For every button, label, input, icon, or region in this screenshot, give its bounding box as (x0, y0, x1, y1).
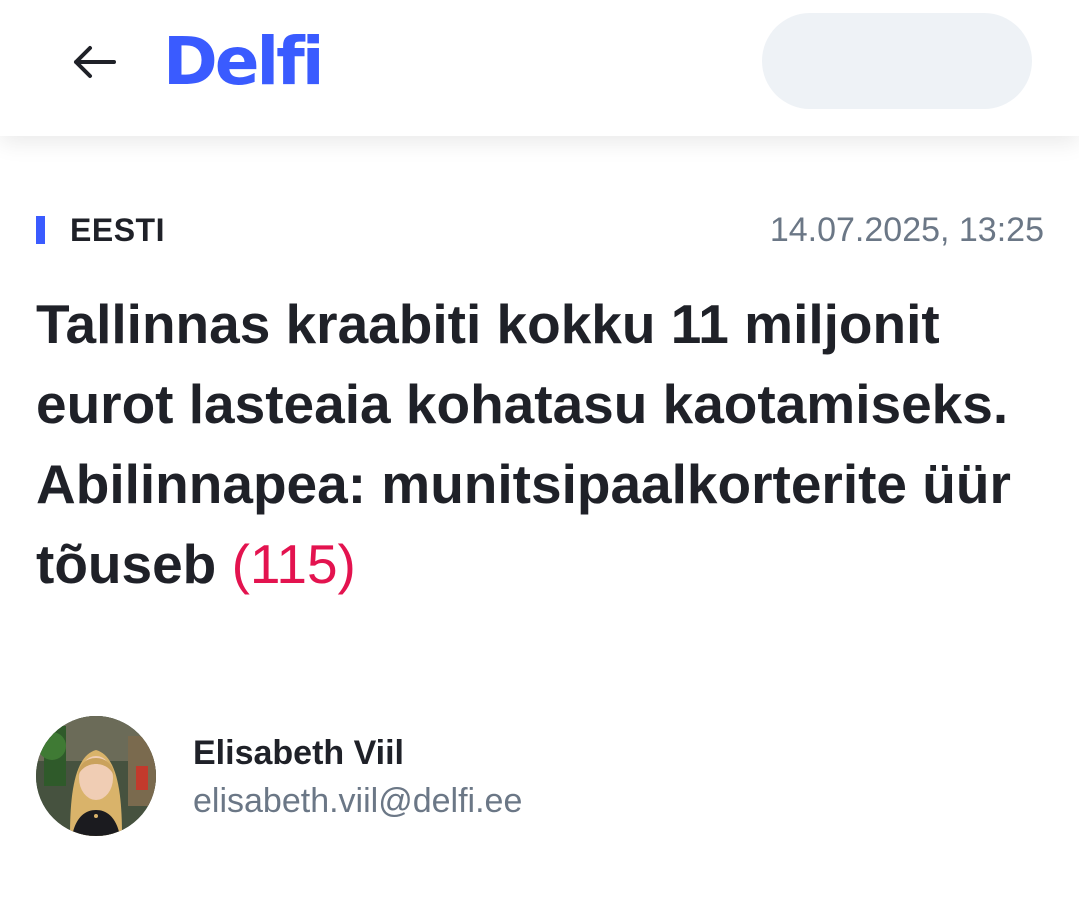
article-title-text: Tallinnas kraabiti kokku 11 miljonit eur… (36, 293, 1011, 595)
article-meta: EESTI 14.07.2025, 13:25 (36, 210, 1044, 250)
delfi-logo[interactable]: Delfi (163, 22, 325, 102)
category-marker (36, 216, 45, 244)
arrow-left-icon (74, 46, 116, 78)
article-title: Tallinnas kraabiti kokku 11 miljonit eur… (36, 284, 1046, 604)
author-avatar[interactable] (36, 716, 156, 836)
top-bar: Delfi (0, 0, 1079, 136)
author-email[interactable]: elisabeth.viil@delfi.ee (193, 781, 522, 821)
author-photo (36, 716, 156, 836)
category-label[interactable]: EESTI (70, 211, 165, 249)
comment-count-link[interactable]: (115) (232, 533, 356, 595)
header-action-pill[interactable] (762, 13, 1032, 109)
author-name[interactable]: Elisabeth Viil (193, 733, 404, 773)
publish-date: 14.07.2025, 13:25 (769, 211, 1044, 249)
back-button[interactable] (62, 34, 126, 90)
